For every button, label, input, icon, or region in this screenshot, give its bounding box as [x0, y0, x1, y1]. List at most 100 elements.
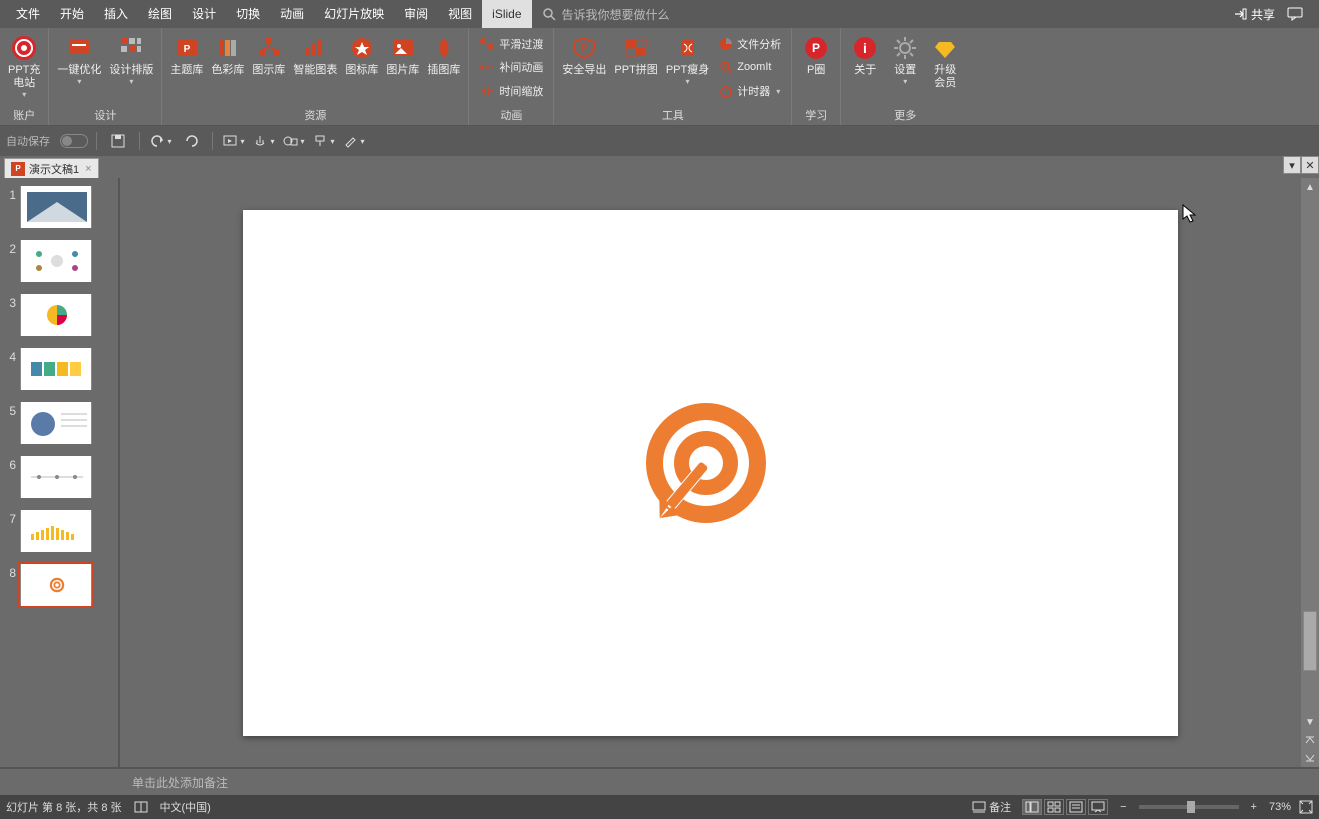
color-lib-button[interactable]: 色彩库 [207, 30, 248, 105]
zoom-in-button[interactable]: + [1247, 801, 1261, 813]
smart-chart-button[interactable]: 智能图表 [289, 30, 341, 105]
document-tab[interactable]: P 演示文稿1 × [4, 158, 99, 178]
timer-button[interactable]: 计时器▾ [719, 81, 781, 101]
tab-dropdown-button[interactable]: ▾ [1283, 156, 1301, 174]
redo-icon [184, 134, 198, 148]
tween-anim-button[interactable]: 补间动画 [479, 57, 543, 77]
shape-icon [283, 134, 299, 148]
menu-design[interactable]: 设计 [182, 0, 226, 28]
slide-thumbnail[interactable] [20, 348, 92, 390]
touch-mode-button[interactable]: ▾ [251, 130, 277, 152]
diamond-icon [931, 34, 959, 62]
scroll-up-button[interactable]: ▲ [1301, 178, 1319, 196]
svg-text:P: P [812, 41, 820, 55]
pcircle-button[interactable]: PP圈 [796, 30, 836, 105]
zoomit-label: ZoomIt [737, 61, 771, 73]
slide-thumbnail-selected[interactable] [20, 564, 92, 606]
sorter-view-button[interactable] [1044, 799, 1064, 815]
icon-lib-button[interactable]: 图标库 [341, 30, 382, 105]
color-icon [214, 34, 242, 62]
accessibility-button[interactable] [134, 801, 148, 813]
slide-thumbnail[interactable] [20, 456, 92, 498]
slideshow-view-button[interactable] [1088, 799, 1108, 815]
scroll-track[interactable] [1301, 196, 1319, 713]
eyedropper-button[interactable]: ▾ [341, 130, 367, 152]
touch-icon [253, 134, 269, 148]
view-buttons [1022, 799, 1108, 815]
notes-pane[interactable]: 单击此处添加备注 [0, 767, 1319, 795]
menu-insert[interactable]: 插入 [94, 0, 138, 28]
image-lib-button[interactable]: 图片库 [382, 30, 423, 105]
target-shape[interactable] [636, 398, 786, 548]
zoom-icon [719, 60, 733, 74]
reading-view-button[interactable] [1066, 799, 1086, 815]
menu-file[interactable]: 文件 [6, 0, 50, 28]
onekey-optimize-button[interactable]: 一键优化 ▾ [53, 30, 105, 105]
settings-button[interactable]: 设置▾ [885, 30, 925, 105]
menu-home[interactable]: 开始 [50, 0, 94, 28]
zoom-slider[interactable] [1139, 805, 1239, 809]
zoomit-button[interactable]: ZoomIt [719, 57, 781, 77]
diagram-lib-button[interactable]: 图示库 [248, 30, 289, 105]
fit-to-window-button[interactable] [1299, 800, 1313, 814]
slide-canvas[interactable] [243, 210, 1178, 736]
menu-review[interactable]: 审阅 [394, 0, 438, 28]
scroll-thumb[interactable] [1303, 611, 1317, 671]
analysis-label: 文件分析 [737, 36, 781, 52]
svg-text:P: P [184, 44, 191, 55]
tab-close-button[interactable]: ✕ [1301, 156, 1319, 174]
from-beginning-button[interactable]: ▾ [221, 130, 247, 152]
menu-view[interactable]: 视图 [438, 0, 482, 28]
menu-slideshow[interactable]: 幻灯片放映 [314, 0, 394, 28]
shape-button[interactable]: ▾ [281, 130, 307, 152]
prev-slide-button[interactable] [1301, 731, 1319, 749]
next-slide-button[interactable] [1301, 749, 1319, 767]
zoom-slider-thumb[interactable] [1187, 801, 1195, 813]
theme-lib-button[interactable]: P主题库 [166, 30, 207, 105]
about-button[interactable]: i关于 [845, 30, 885, 105]
ppt-station-button[interactable]: PPT充 电站 ▾ [4, 30, 44, 105]
pie-icon [719, 37, 733, 51]
slide-thumbnail[interactable] [20, 510, 92, 552]
normal-view-button[interactable] [1022, 799, 1042, 815]
close-tab-button[interactable]: × [85, 163, 91, 175]
undo-button[interactable]: ▾ [148, 130, 174, 152]
menu-draw[interactable]: 绘图 [138, 0, 182, 28]
slide-thumbnail[interactable] [20, 186, 92, 228]
slide-thumbnail[interactable] [20, 402, 92, 444]
group-label-tools: 工具 [558, 105, 787, 125]
scroll-down-button[interactable]: ▼ [1301, 713, 1319, 731]
time-scale-button[interactable]: 时间缩放 [479, 81, 543, 101]
iconlib-icon [348, 34, 376, 62]
zoom-out-button[interactable]: − [1116, 801, 1130, 813]
ppt-puzzle-button[interactable]: PPT拼图 [610, 30, 661, 105]
powerpoint-icon: P [11, 162, 25, 176]
save-button[interactable] [105, 130, 131, 152]
group-label-resource: 资源 [166, 105, 464, 125]
design-layout-button[interactable]: 设计排版 ▾ [105, 30, 157, 105]
vertical-scrollbar[interactable]: ▲ ▼ [1301, 178, 1319, 767]
comments-button[interactable] [1287, 7, 1303, 21]
zoom-percentage[interactable]: 73% [1269, 801, 1291, 813]
safe-export-button[interactable]: P安全导出 [558, 30, 610, 105]
thumb-number: 6 [6, 456, 20, 472]
tell-me-search[interactable]: 告诉我你想要做什么 [542, 6, 670, 23]
menu-islide[interactable]: iSlide [482, 0, 531, 28]
file-analysis-button[interactable]: 文件分析 [719, 34, 781, 54]
autosave-toggle[interactable] [60, 134, 88, 148]
share-button[interactable]: 共享 [1233, 6, 1275, 23]
slide-thumbnail-panel[interactable]: 1 2 3 4 5 6 7 8 [0, 178, 120, 767]
illus-lib-button[interactable]: 插图库 [423, 30, 464, 105]
ppt-slim-button[interactable]: PPT瘦身▾ [662, 30, 713, 105]
language-indicator[interactable]: 中文(中国) [160, 799, 211, 815]
dropdown-icon: ▾ [22, 90, 26, 99]
notes-toggle-button[interactable]: 备注 [969, 799, 1014, 815]
format-button[interactable]: ▾ [311, 130, 337, 152]
slide-thumbnail[interactable] [20, 294, 92, 336]
menu-transition[interactable]: 切换 [226, 0, 270, 28]
redo-button[interactable] [178, 130, 204, 152]
smooth-transition-button[interactable]: 平滑过渡 [479, 34, 543, 54]
upgrade-button[interactable]: 升级 会员 [925, 30, 965, 105]
menu-animation[interactable]: 动画 [270, 0, 314, 28]
slide-thumbnail[interactable] [20, 240, 92, 282]
